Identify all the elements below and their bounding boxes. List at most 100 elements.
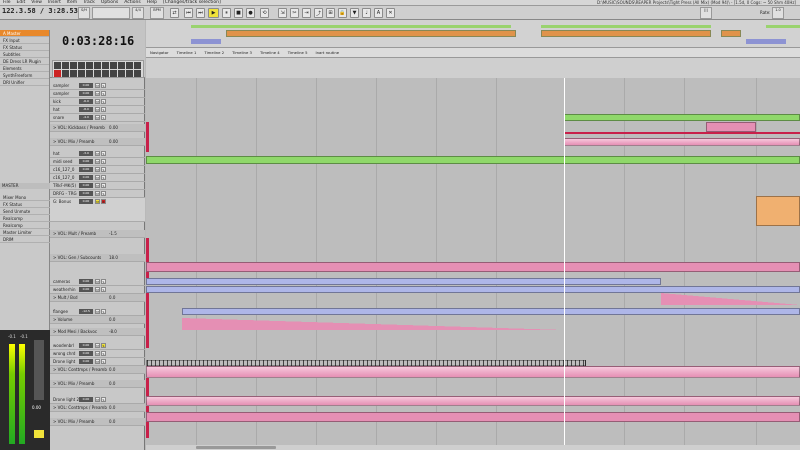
project-overview[interactable] [146,20,800,48]
sidebar-item[interactable]: SynthFreeform [0,72,49,79]
mute-button[interactable]: M [95,351,100,356]
master-fx-item[interactable]: Realcomp [0,222,50,229]
track-header[interactable]: wrong chrd 0.00 M S [50,350,145,358]
marker-bar[interactable]: Navigator Timeline 1 Timeline 2 Timeline… [146,48,800,58]
marker-label[interactable]: Timeline 2 [200,50,228,55]
tool-metronome-button[interactable]: ♩ [362,8,371,18]
solo-button[interactable]: S [101,343,106,348]
track-volume[interactable]: 0.00 [79,343,93,348]
timeline-ruler[interactable] [146,58,800,78]
mute-button[interactable]: M [95,309,100,314]
toolbar-icon[interactable] [134,70,141,77]
track-volume[interactable]: 0.00 [79,83,93,88]
track-header[interactable]: Drone light 0.00 M S [50,358,145,366]
snap-toggle[interactable]: S/H [78,7,90,19]
envelope-header[interactable]: > VOL: Mix / Preamb 0.0 [50,380,145,388]
marker-label[interactable]: Timeline 1 [173,50,201,55]
marker-label[interactable]: Timeline 5 [284,50,312,55]
track-volume[interactable]: 0.00 [79,159,93,164]
solo-button[interactable]: S [101,175,106,180]
overview-region[interactable] [541,25,711,28]
envelope-lane[interactable] [146,366,800,378]
media-item[interactable] [706,122,756,132]
master-fx-item[interactable]: Master Limiter [0,229,50,236]
solo-button[interactable]: S [101,191,106,196]
track-header[interactable]: flangee -12.5 M S [50,308,145,316]
master-fx-item[interactable]: DRIM [0,236,50,243]
stop-button[interactable]: ■ [234,8,243,18]
overview-region[interactable] [766,25,800,28]
track-volume[interactable]: 0.00 [79,167,93,172]
mute-button[interactable]: M [95,175,100,180]
track-volume[interactable]: 0.00 [79,359,93,364]
mute-button[interactable]: M [95,191,100,196]
solo-button[interactable]: S [101,107,106,112]
solo-button[interactable]: S [101,167,106,172]
tool-ripple-button[interactable]: ⇥ [302,8,311,18]
mute-button[interactable]: M [95,279,100,284]
mute-button[interactable]: M [95,83,100,88]
track-volume[interactable]: -3.0 [79,151,93,156]
solo-button[interactable]: S [101,151,106,156]
time-sig-box[interactable]: 4/4 [132,7,144,19]
toolbar-icon[interactable] [118,70,125,77]
track-volume[interactable]: -6.0 [79,99,93,104]
menu-options[interactable]: Options [98,0,121,5]
envelope-header[interactable]: > Mod Mesi / Backvoc -8.0 [50,328,145,336]
envelope-header[interactable]: > Volume 0.0 [50,316,145,324]
rate-value[interactable]: 1.0 [772,7,784,19]
record-button[interactable]: ● [246,8,255,18]
media-item[interactable] [182,308,800,315]
solo-button[interactable]: S [101,183,106,188]
track-volume[interactable]: 0.00 [79,91,93,96]
folder-track-header[interactable]: G: Bonus 0.00 M R [50,198,145,222]
envelope-header[interactable]: > Mult / Bsd 0.0 [50,294,145,302]
envelope-line[interactable] [564,132,800,134]
mute-button[interactable]: M [95,199,100,204]
overview-region[interactable] [191,39,221,44]
go-to-end-button[interactable]: ⏭ [196,8,205,18]
track-volume[interactable]: 0.00 [79,199,93,204]
envelope-lane[interactable] [146,262,800,272]
marker-label[interactable]: Inart routine [312,50,344,55]
envelope-header[interactable]: > VOL: Gen / Subcounts 18.0 [50,254,145,262]
pause-button[interactable]: ⏸ [222,8,231,18]
tool-lock-button[interactable]: 🔒 [338,8,347,18]
mute-button[interactable]: M [95,159,100,164]
track-header[interactable]: Drone light 2 0.00 M S [50,396,145,404]
overview-region[interactable] [721,30,741,37]
toolbar-icon[interactable] [94,70,101,77]
tool-marker-button[interactable]: ▼ [350,8,359,18]
track-volume[interactable]: -8.0 [79,107,93,112]
mute-button[interactable]: M [95,99,100,104]
overview-region[interactable] [191,25,511,28]
tool-auto-button[interactable]: A [374,8,383,18]
grid-settings[interactable] [92,7,130,19]
sync-button[interactable]: ⇄ [170,8,179,18]
toolbar-icon[interactable] [118,62,125,69]
envelope-header[interactable]: > VOL: Mix / Preamb 0.0 [50,418,145,426]
menu-item[interactable]: Item [64,0,80,5]
midi-item[interactable] [146,156,800,164]
tool-razor-button[interactable]: ✂ [290,8,299,18]
mute-button[interactable]: M [95,287,100,292]
menu-actions[interactable]: Actions [121,0,143,5]
envelope-ramp[interactable] [182,318,564,330]
toolbar-icon[interactable] [110,62,117,69]
media-item[interactable] [564,114,800,121]
master-mute-button[interactable] [34,430,44,438]
menu-insert[interactable]: Insert [45,0,64,5]
mute-button[interactable]: M [95,359,100,364]
sidebar-item[interactable]: FX Input [0,37,49,44]
scrollbar-thumb[interactable] [196,446,276,449]
track-volume[interactable]: 0.00 [79,287,93,292]
mute-button[interactable]: M [95,115,100,120]
menu-edit[interactable]: Edit [14,0,29,5]
marker-label[interactable]: Navigator [146,50,173,55]
track-volume[interactable]: 0.00 [79,175,93,180]
record-arm-button[interactable]: R [101,199,106,204]
envelope-lane[interactable] [146,396,800,406]
toolbar-icon[interactable] [94,62,101,69]
track-header[interactable]: hat -3.0 M S [50,150,145,158]
solo-button[interactable]: S [101,309,106,314]
